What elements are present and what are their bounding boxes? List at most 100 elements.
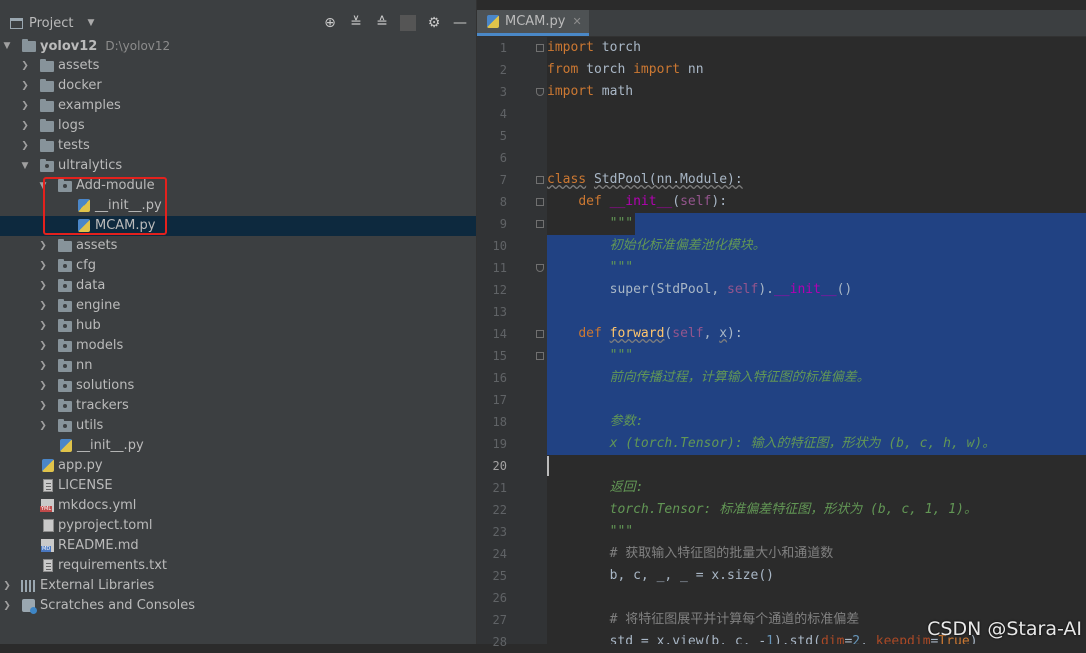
tree-item-add-module-init[interactable]: __init__.py — [0, 196, 476, 216]
line-number: 8 — [499, 195, 507, 209]
expand-all-icon[interactable]: ≚ — [348, 15, 364, 31]
line-number: 20 — [492, 459, 507, 473]
code-line: def forward(self, x): — [578, 326, 743, 341]
chevron-right-icon[interactable]: ❯ — [20, 76, 30, 96]
tree-item-pyproject[interactable]: pyproject.toml — [0, 516, 476, 536]
folder-icon — [40, 79, 54, 92]
tree-item-scratches[interactable]: ❯ Scratches and Consoles — [0, 596, 476, 616]
python-file-icon — [42, 459, 54, 472]
tree-item-nn[interactable]: ❯ nn — [0, 356, 476, 376]
line-number: 21 — [492, 481, 507, 495]
tree-item-trackers[interactable]: ❯ trackers — [0, 396, 476, 416]
tree-item-readme[interactable]: README.md — [0, 536, 476, 556]
tree-item-label: engine — [76, 298, 121, 313]
chevron-right-icon[interactable]: ❯ — [20, 136, 30, 156]
chevron-right-icon[interactable]: ❯ — [20, 56, 30, 76]
tree-item-engine[interactable]: ❯ engine — [0, 296, 476, 316]
package-folder-icon — [58, 379, 72, 392]
tree-item-mcam[interactable]: MCAM.py — [0, 216, 476, 236]
chevron-down-icon[interactable]: ▼ — [38, 176, 48, 196]
close-icon[interactable]: ✕ — [572, 15, 581, 28]
tree-item-label: app.py — [58, 458, 103, 473]
tree-item-examples[interactable]: ❯ examples — [0, 96, 476, 116]
code-area[interactable]: import torch from torch import nn import… — [547, 37, 1086, 644]
tree-item-external-libraries[interactable]: ❯ External Libraries — [0, 576, 476, 596]
chevron-right-icon[interactable]: ❯ — [38, 416, 48, 436]
tree-item-label: assets — [58, 58, 100, 73]
chevron-right-icon[interactable]: ❯ — [38, 376, 48, 396]
line-number: 16 — [492, 371, 507, 385]
chevron-down-icon[interactable]: ▼ — [87, 18, 94, 28]
tree-item-label: LICENSE — [58, 478, 113, 493]
tree-item-hub[interactable]: ❯ hub — [0, 316, 476, 336]
tree-item-logs[interactable]: ❯ logs — [0, 116, 476, 136]
tree-item-label: yolov12 — [40, 39, 98, 54]
line-number-gutter: 1 2 3 4 5 6 7 8 9 10 11 12 13 14 15 16 17 18 19 20 21 22 23 24 2… — [477, 37, 547, 649]
collapse-all-icon[interactable]: ≙ — [374, 15, 390, 31]
package-folder-icon — [58, 419, 72, 432]
tree-item-label: assets — [76, 238, 118, 253]
line-number: 3 — [499, 85, 507, 99]
tab-mcam-py[interactable]: MCAM.py ✕ — [477, 10, 589, 36]
chevron-right-icon[interactable]: ❯ — [38, 316, 48, 336]
tree-item-data[interactable]: ❯ data — [0, 276, 476, 296]
tree-item-label: Scratches and Consoles — [40, 598, 196, 613]
chevron-right-icon[interactable]: ❯ — [38, 336, 48, 356]
line-number: 14 — [492, 327, 507, 341]
tree-item-assets[interactable]: ❯ assets — [0, 236, 476, 256]
tree-item-ultralytics[interactable]: ▼ ultralytics — [0, 156, 476, 176]
tree-item-label: MCAM.py — [95, 218, 156, 233]
chevron-right-icon[interactable]: ❯ — [38, 356, 48, 376]
tree-item-cfg[interactable]: ❯ cfg — [0, 256, 476, 276]
chevron-right-icon[interactable]: ❯ — [38, 256, 48, 276]
project-icon — [10, 17, 23, 29]
chevron-right-icon[interactable]: ❯ — [20, 116, 30, 136]
tree-item-license[interactable]: LICENSE — [0, 476, 476, 496]
tree-item-requirements[interactable]: requirements.txt — [0, 556, 476, 576]
gear-icon[interactable]: ⚙ — [426, 15, 442, 31]
tree-item-label: nn — [76, 358, 93, 373]
tree-item-label: pyproject.toml — [58, 518, 153, 533]
fold-marker-icon[interactable] — [536, 330, 544, 338]
fold-marker-icon[interactable] — [536, 176, 544, 184]
fold-marker-icon[interactable] — [536, 264, 544, 272]
tree-item-mkdocs[interactable]: mkdocs.yml — [0, 496, 476, 516]
package-folder-icon — [58, 279, 72, 292]
chevron-right-icon[interactable]: ❯ — [20, 96, 30, 116]
fold-marker-icon[interactable] — [536, 198, 544, 206]
line-number: 25 — [492, 569, 507, 583]
package-folder-icon — [58, 399, 72, 412]
tree-item-tests[interactable]: ❯ tests — [0, 136, 476, 156]
tree-item-models[interactable]: ❯ models — [0, 336, 476, 356]
fold-marker-icon[interactable] — [536, 220, 544, 228]
tree-item-solutions[interactable]: ❯ solutions — [0, 376, 476, 396]
chevron-right-icon[interactable]: ❯ — [38, 236, 48, 256]
line-number: 18 — [492, 415, 507, 429]
tree-item-assets[interactable]: ❯ assets — [0, 56, 476, 76]
code-line: torch.Tensor: 标准偏差特征图，形状为 (b, c, 1, 1)。 — [609, 502, 977, 517]
line-number: 9 — [499, 217, 507, 231]
chevron-right-icon[interactable]: ❯ — [38, 396, 48, 416]
chevron-down-icon[interactable]: ▼ — [20, 156, 30, 176]
chevron-right-icon[interactable]: ❯ — [38, 296, 48, 316]
tree-item-docker[interactable]: ❯ docker — [0, 76, 476, 96]
target-icon[interactable]: ⊕ — [322, 15, 338, 31]
tree-item-yolov12[interactable]: ▼ yolov12 D:\yolov12 — [0, 36, 476, 56]
fold-marker-icon[interactable] — [536, 88, 544, 96]
tree-item-add-module[interactable]: ▼ Add-module — [0, 176, 476, 196]
chevron-right-icon[interactable]: ❯ — [38, 276, 48, 296]
toolbar-divider — [400, 15, 416, 31]
tree-item-ultralytics-init[interactable]: __init__.py — [0, 436, 476, 456]
fold-marker-icon[interactable] — [536, 44, 544, 52]
code-line: # 获取输入特征图的批量大小和通道数 — [609, 546, 834, 561]
fold-marker-icon[interactable] — [536, 352, 544, 360]
project-view-title[interactable]: Project — [29, 16, 73, 31]
line-number: 22 — [492, 503, 507, 517]
chevron-down-icon[interactable]: ▼ — [2, 36, 12, 56]
chevron-right-icon[interactable]: ❯ — [2, 576, 12, 596]
chevron-right-icon[interactable]: ❯ — [2, 596, 12, 616]
tree-item-utils[interactable]: ❯ utils — [0, 416, 476, 436]
tree-item-app-py[interactable]: app.py — [0, 456, 476, 476]
minimize-icon[interactable]: — — [452, 15, 468, 31]
line-number: 27 — [492, 613, 507, 627]
